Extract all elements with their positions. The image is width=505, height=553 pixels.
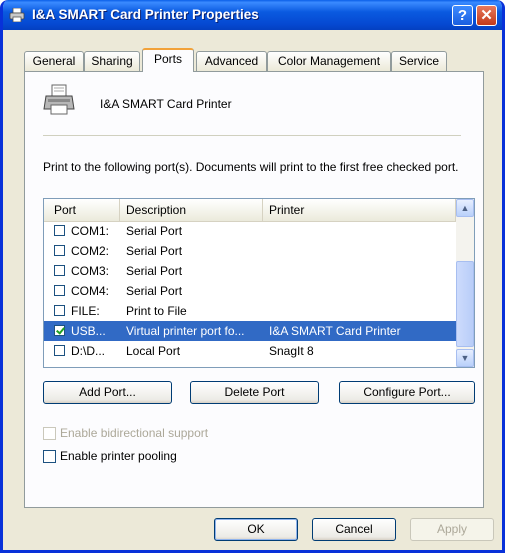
bidirectional-label: Enable bidirectional support — [60, 426, 209, 440]
scroll-down-arrow-icon[interactable]: ▼ — [456, 349, 474, 367]
large-printer-icon — [43, 84, 75, 115]
bidirectional-checkbox[interactable] — [43, 427, 56, 440]
description-cell: Local Port — [126, 344, 181, 358]
port-list-scrollbar[interactable]: ▲ ▼ — [456, 199, 474, 367]
printer-name: I&A SMART Card Printer — [100, 97, 232, 111]
port-row[interactable]: COM3: Serial Port — [44, 261, 456, 281]
printer-cell: I&A SMART Card Printer — [269, 324, 401, 338]
delete-port-button[interactable]: Delete Port — [190, 381, 319, 404]
description-cell: Serial Port — [126, 244, 183, 258]
port-row[interactable]: USB... Virtual printer port fo... I&A SMAR… — [44, 321, 456, 341]
port-instructions: Print to the following port(s). Document… — [43, 160, 459, 174]
printer-pooling-checkbox[interactable] — [43, 450, 56, 463]
port-cell: COM1: — [71, 224, 110, 238]
description-cell: Print to File — [126, 304, 187, 318]
tab-ports[interactable]: Ports — [142, 48, 194, 72]
port-checkbox[interactable] — [54, 305, 65, 316]
separator — [43, 135, 461, 136]
window-title: I&A SMART Card Printer Properties — [32, 7, 259, 22]
apply-button[interactable]: Apply — [410, 518, 494, 541]
port-cell: COM4: — [71, 284, 110, 298]
port-cell: COM2: — [71, 244, 110, 258]
column-header-port[interactable]: Port — [44, 199, 120, 221]
close-button[interactable]: ✕ — [476, 5, 497, 26]
tab-sharing[interactable]: Sharing — [84, 51, 140, 71]
configure-port-button[interactable]: Configure Port... — [339, 381, 475, 404]
port-row[interactable]: COM4: Serial Port — [44, 281, 456, 301]
port-cell: FILE: — [71, 304, 100, 318]
tab-color-management[interactable]: Color Management — [267, 51, 391, 71]
port-checkbox[interactable] — [54, 325, 65, 336]
port-row[interactable]: D:\D... Local Port SnagIt 8 — [44, 341, 456, 361]
port-checkbox[interactable] — [54, 345, 65, 356]
port-cell: USB... — [71, 324, 106, 338]
port-list-header: Port Description Printer — [44, 199, 456, 222]
printer-icon — [9, 8, 25, 22]
add-port-button[interactable]: Add Port... — [43, 381, 172, 404]
port-row[interactable]: COM2: Serial Port — [44, 241, 456, 261]
tab-general[interactable]: General — [24, 51, 84, 71]
scroll-up-arrow-icon[interactable]: ▲ — [456, 199, 474, 217]
printer-pooling-label: Enable printer pooling — [60, 449, 177, 463]
port-checkbox[interactable] — [54, 225, 65, 236]
description-cell: Virtual printer port fo... — [126, 324, 245, 338]
port-checkbox[interactable] — [54, 265, 65, 276]
port-checkbox[interactable] — [54, 285, 65, 296]
port-row[interactable]: COM1: Serial Port — [44, 221, 456, 241]
description-cell: Serial Port — [126, 224, 183, 238]
scrollbar-thumb[interactable] — [456, 261, 474, 347]
ok-button[interactable]: OK — [214, 518, 298, 541]
cancel-button[interactable]: Cancel — [312, 518, 396, 541]
description-cell: Serial Port — [126, 284, 183, 298]
title-bar[interactable]: I&A SMART Card Printer Properties ? ✕ — [3, 0, 502, 30]
column-header-description[interactable]: Description — [120, 199, 263, 221]
tab-advanced[interactable]: Advanced — [196, 51, 267, 71]
port-list[interactable]: Port Description Printer COM1: Serial Por… — [43, 198, 475, 368]
properties-dialog: I&A SMART Card Printer Properties ? ✕ Ge… — [0, 0, 505, 553]
port-cell: D:\D... — [71, 344, 106, 358]
port-checkbox[interactable] — [54, 245, 65, 256]
help-button[interactable]: ? — [452, 5, 473, 26]
port-cell: COM3: — [71, 264, 110, 278]
tab-service[interactable]: Service — [391, 51, 447, 71]
column-header-printer[interactable]: Printer — [263, 199, 456, 221]
printer-cell: SnagIt 8 — [269, 344, 314, 358]
port-row[interactable]: FILE: Print to File — [44, 301, 456, 321]
description-cell: Serial Port — [126, 264, 183, 278]
